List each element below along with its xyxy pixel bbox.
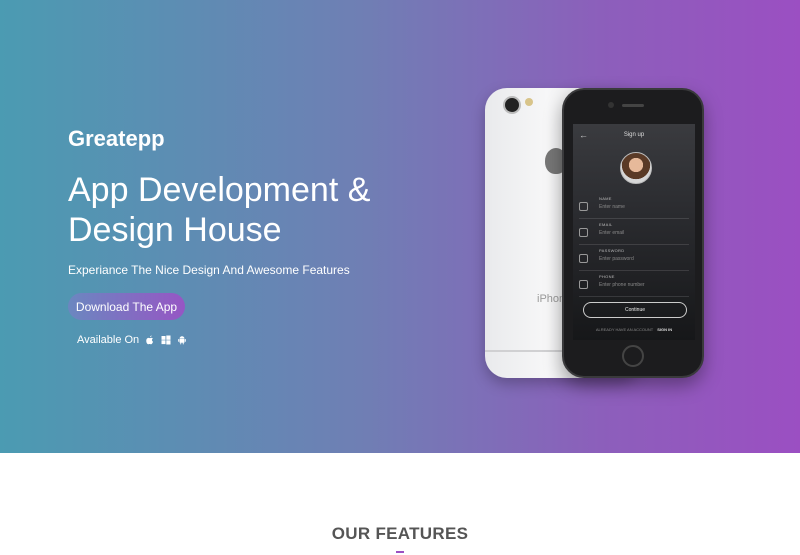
continue-button: Continue xyxy=(583,302,687,318)
hero-headline: App Development & Design House xyxy=(68,171,371,249)
hero-subline: Experiance The Nice Design And Awesome F… xyxy=(68,263,350,277)
user-icon xyxy=(579,202,588,211)
speaker-grill xyxy=(622,104,644,107)
screen-title: Sign up xyxy=(623,132,645,138)
android-icon[interactable] xyxy=(177,335,187,345)
signin-row: ALREADY HAVE AN ACCOUNT SIGN IN xyxy=(573,327,695,332)
field-label: NAME xyxy=(599,196,612,201)
field-placeholder: Enter email xyxy=(599,230,625,236)
camera-icon xyxy=(503,96,521,114)
field-label: PHONE xyxy=(599,274,615,279)
features-section: OUR FEATURES xyxy=(0,453,800,555)
signin-link: SIGN IN xyxy=(657,327,673,332)
available-label: Available On xyxy=(77,334,140,346)
field-phone: PHONE Enter phone number xyxy=(579,272,689,297)
lock-icon xyxy=(579,254,588,263)
features-title: OUR FEATURES xyxy=(331,524,469,543)
field-placeholder: Enter name xyxy=(599,204,625,210)
flash-icon xyxy=(525,98,533,106)
mail-icon xyxy=(579,228,588,237)
field-placeholder: Enter password xyxy=(599,256,634,262)
apple-icon[interactable] xyxy=(145,335,155,345)
field-label: EMAIL xyxy=(599,222,613,227)
available-on: Available On xyxy=(77,334,187,346)
field-email: EMAIL Enter email xyxy=(579,220,689,245)
avatar xyxy=(620,152,652,184)
home-button-icon xyxy=(622,345,644,367)
field-password: PASSWORD Enter password xyxy=(579,246,689,271)
brand-logo[interactable]: Greatepp xyxy=(68,126,165,152)
field-placeholder: Enter phone number xyxy=(599,282,645,288)
phone-front-image: ← Sign up NAME Enter name EMAIL Enter em… xyxy=(562,88,704,378)
hero-section: Greatepp App Development & Design House … xyxy=(0,0,800,453)
windows-icon[interactable] xyxy=(161,335,171,345)
field-name: NAME Enter name xyxy=(579,194,689,219)
download-app-button[interactable]: Download The App xyxy=(68,293,185,320)
already-text: ALREADY HAVE AN ACCOUNT xyxy=(595,327,654,332)
title-divider xyxy=(396,551,404,553)
front-camera-icon xyxy=(608,102,614,108)
phone-icon xyxy=(579,280,588,289)
phone-screen: ← Sign up NAME Enter name EMAIL Enter em… xyxy=(573,124,695,340)
field-label: PASSWORD xyxy=(599,248,625,253)
